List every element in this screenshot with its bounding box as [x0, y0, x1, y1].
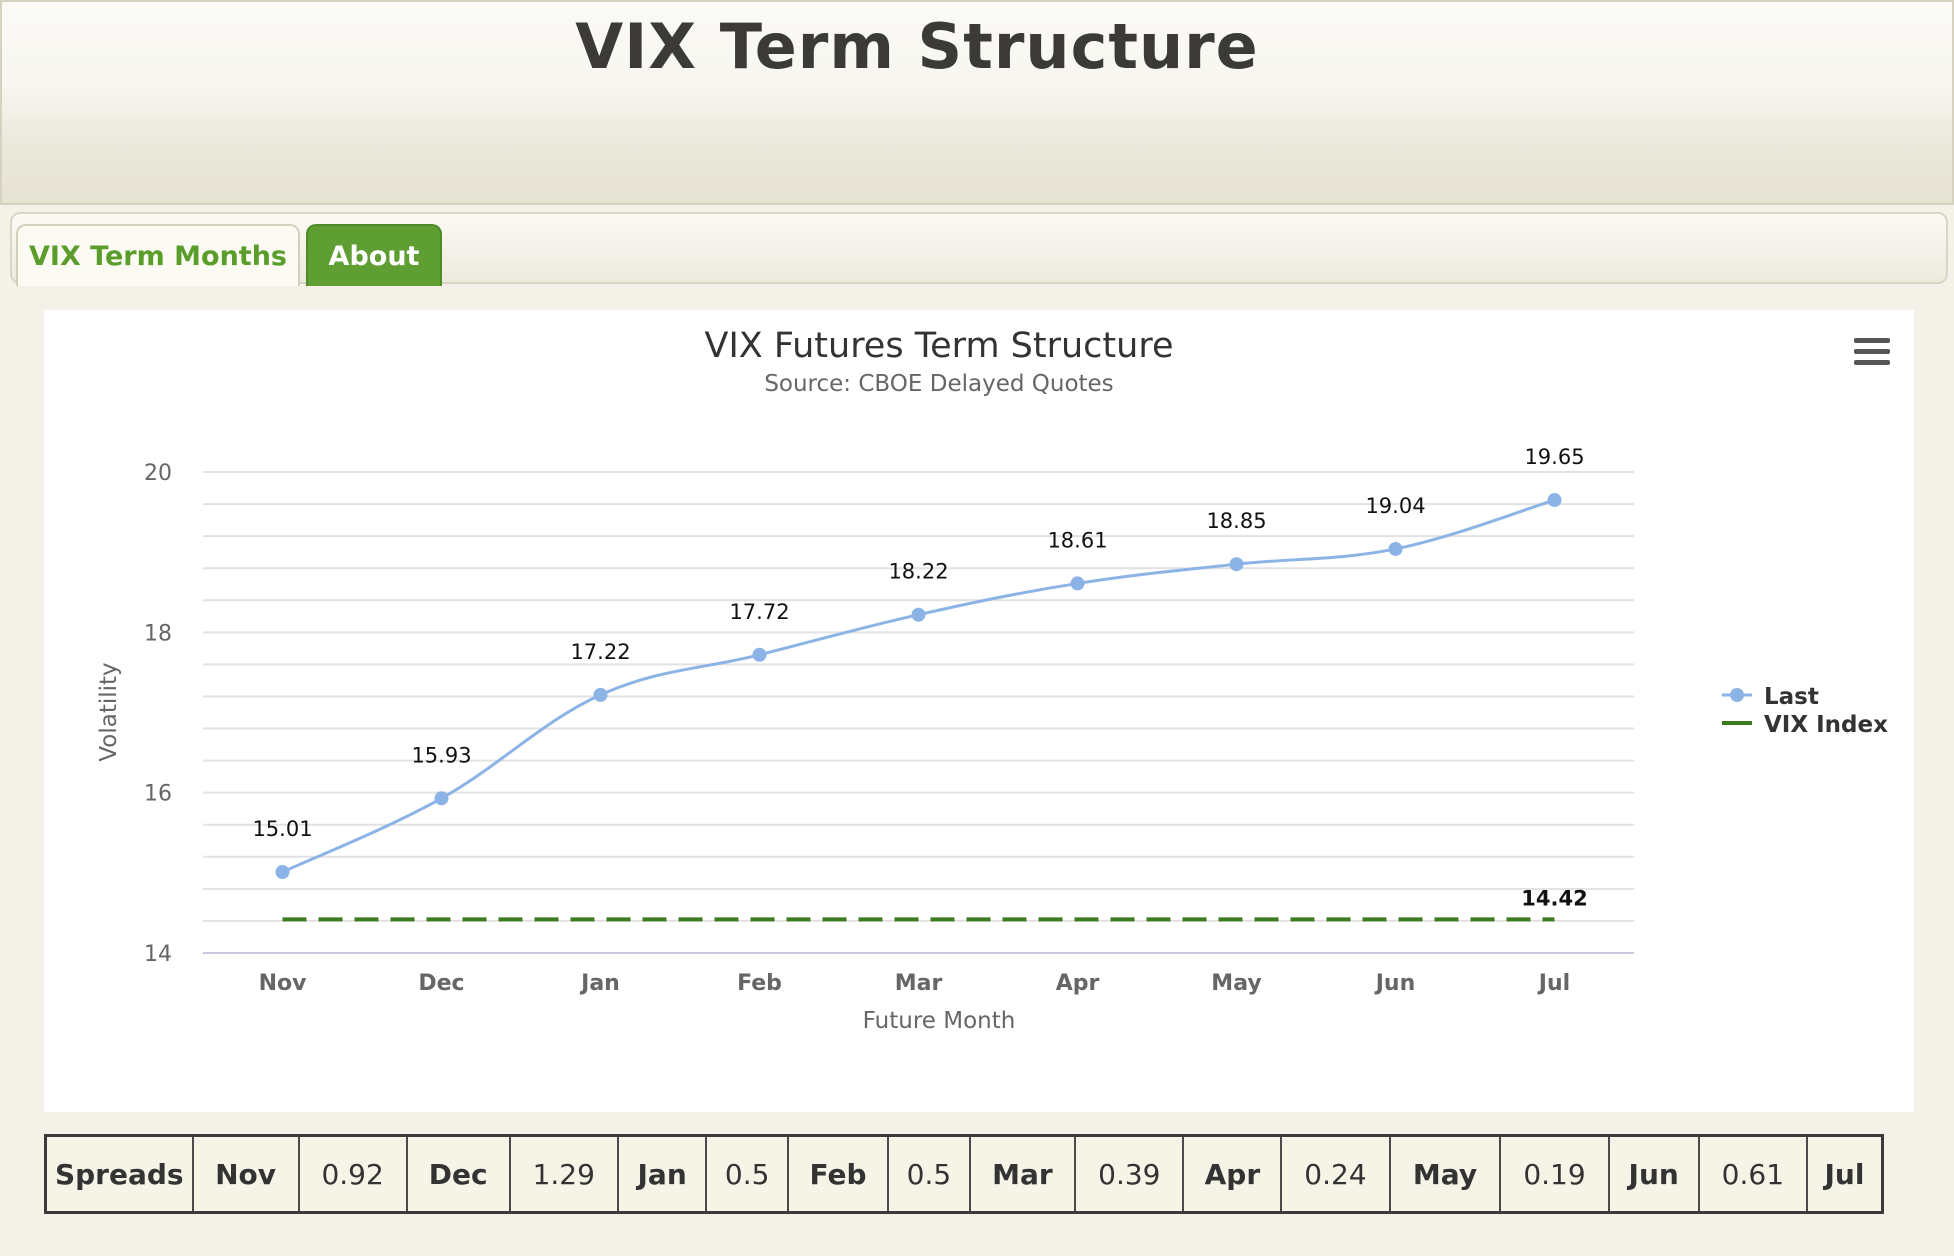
spread-month-jun: Jun — [1607, 1134, 1700, 1214]
legend-last-marker — [1730, 688, 1744, 702]
chart-title: VIX Futures Term Structure — [705, 326, 1174, 366]
spread-value-apr: 0.24 — [1280, 1134, 1391, 1214]
chart-svg: VIX Futures Term Structure Source: CBOE D… — [96, 326, 1888, 1034]
site-header: VIX Term Structure — [0, 0, 1954, 205]
series-last-point — [752, 647, 767, 662]
series-last-point — [434, 791, 449, 806]
spreads-row: Spreads Nov 0.92 Dec 1.29 Jan 0.5 Feb 0.5 Mar 0.3… — [44, 1134, 1884, 1214]
x-tick-label: Nov — [259, 971, 308, 996]
spread-month-nov: Nov — [191, 1134, 300, 1214]
series-last-data-label: 15.01 — [252, 817, 312, 841]
y-tick-label: 16 — [144, 782, 172, 807]
y-tick-label: 20 — [144, 461, 172, 486]
x-axis-title: Future Month — [863, 1008, 1016, 1034]
series-last-data-label: 19.04 — [1365, 494, 1425, 518]
series-last-data-label: 19.65 — [1524, 445, 1584, 469]
tab-vix-term-months[interactable]: VIX Term Months — [16, 224, 300, 286]
x-tick-label: Feb — [737, 971, 782, 996]
spread-month-feb: Feb — [786, 1134, 890, 1214]
spread-value-feb: 0.5 — [887, 1134, 971, 1214]
x-tick-label: Jun — [1374, 971, 1416, 996]
tab-about[interactable]: About — [306, 224, 442, 286]
series-last-data-label: 15.93 — [411, 743, 471, 767]
x-tick-label: Dec — [418, 971, 464, 996]
spread-month-apr: Apr — [1182, 1134, 1283, 1214]
legend-last-label: Last — [1764, 684, 1819, 710]
chart-panel: VIX Futures Term Structure Source: CBOE D… — [44, 310, 1914, 1112]
series-last-point — [1547, 493, 1562, 508]
spread-value-jun: 0.61 — [1697, 1134, 1808, 1214]
y-tick-label: 18 — [144, 621, 172, 646]
spread-month-mar: Mar — [968, 1134, 1077, 1214]
series-last-point — [275, 865, 290, 880]
series-last-point — [1388, 541, 1403, 556]
series-last-point — [1070, 576, 1085, 591]
series-last-data-label: 18.61 — [1047, 528, 1107, 552]
series-last-point — [911, 607, 926, 622]
x-tick-label: Jan — [579, 971, 620, 996]
vix-index-data-label: 14.42 — [1521, 886, 1587, 910]
spread-month-may: May — [1388, 1134, 1502, 1214]
series-last-data-label: 18.22 — [888, 560, 948, 584]
x-tick-label: Jul — [1537, 971, 1570, 996]
tab-bar: VIX Term Months About — [10, 212, 1948, 286]
y-axis-title: Volatility — [96, 662, 122, 761]
chart-subtitle: Source: CBOE Delayed Quotes — [764, 371, 1113, 397]
legend-vix-label: VIX Index — [1764, 712, 1888, 738]
spread-month-jan: Jan — [616, 1134, 708, 1214]
spread-value-may: 0.19 — [1499, 1134, 1610, 1214]
x-tick-label: Mar — [895, 971, 943, 996]
spread-value-dec: 1.29 — [508, 1134, 619, 1214]
x-tick-label: Apr — [1056, 971, 1100, 996]
series-last-line — [281, 498, 1555, 874]
spreads-label: Spreads — [44, 1134, 194, 1214]
x-tick-label: May — [1211, 971, 1261, 996]
series-last-point — [593, 687, 608, 702]
series-last-data-label: 17.22 — [570, 640, 630, 664]
spread-month-dec: Dec — [405, 1134, 511, 1214]
spread-value-jan: 0.5 — [705, 1134, 789, 1214]
series-last-point — [1229, 557, 1244, 572]
spread-value-nov: 0.92 — [297, 1134, 408, 1214]
series-last-data-label: 17.72 — [729, 600, 789, 624]
spreads-table: Spreads Nov 0.92 Dec 1.29 Jan 0.5 Feb 0.5 Mar 0.3… — [44, 1134, 1884, 1214]
spread-month-jul: Jul — [1805, 1134, 1884, 1214]
hamburger-menu-icon[interactable] — [1854, 338, 1890, 370]
site-title: VIX Term Structure — [575, 10, 1259, 83]
series-last-data-label: 18.85 — [1206, 509, 1266, 533]
y-tick-label: 14 — [144, 942, 172, 967]
spread-value-mar: 0.39 — [1074, 1134, 1185, 1214]
